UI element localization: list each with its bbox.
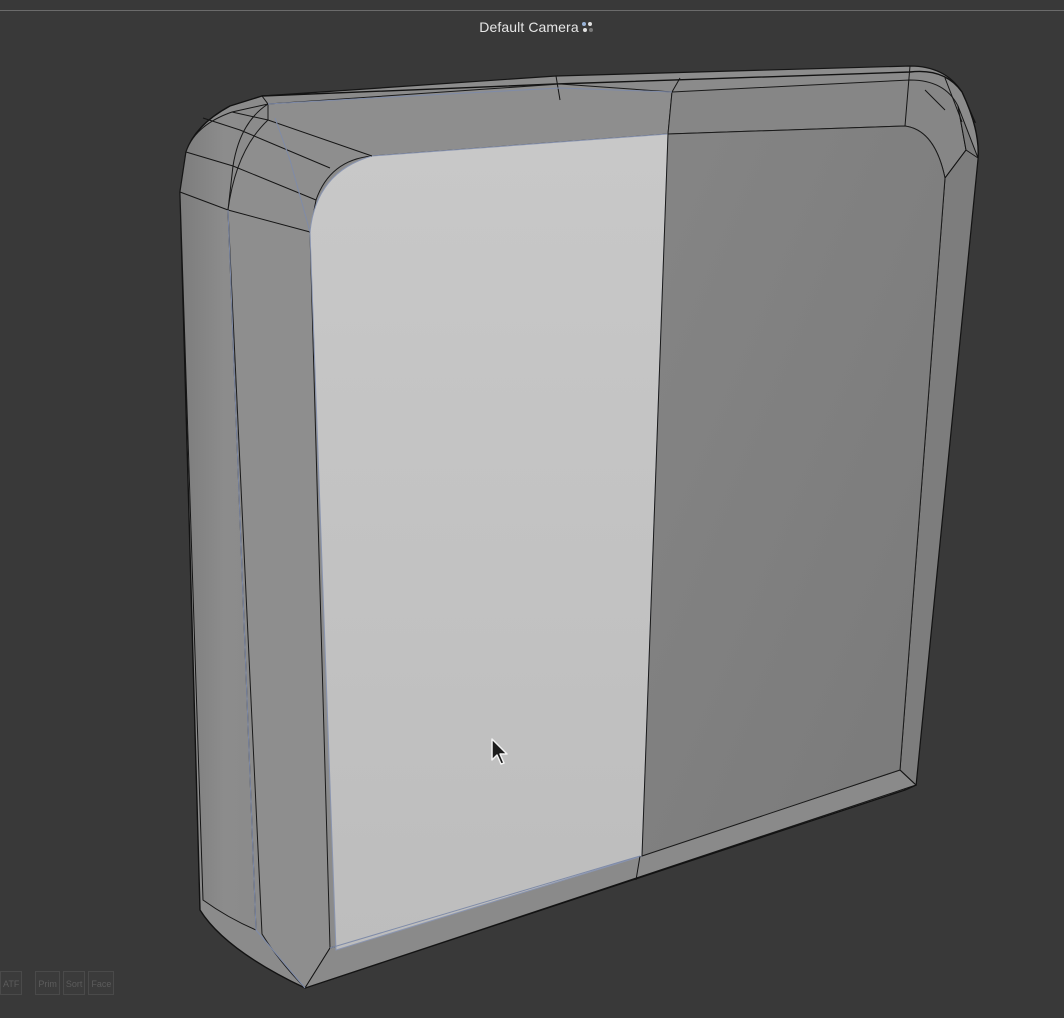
- camera-label[interactable]: Default Camera: [0, 17, 1064, 37]
- hud-button-sort[interactable]: Sort: [62, 971, 86, 995]
- hud-button-prim[interactable]: Prim: [35, 971, 60, 995]
- viewport-scene[interactable]: [0, 0, 1064, 1018]
- hud-button-atf[interactable]: ATF: [0, 971, 23, 995]
- mouse-pointer-icon: [491, 738, 508, 765]
- 3d-viewport[interactable]: Default Camera ATF Prim Sort Face: [0, 0, 1064, 1018]
- viewport-hud: ATF Prim Sort Face: [0, 970, 117, 996]
- camera-name: Default Camera: [479, 19, 579, 35]
- hud-button-face[interactable]: Face: [88, 971, 115, 995]
- unselected-face: [641, 125, 946, 857]
- selected-face: [309, 133, 669, 951]
- camera-dots-icon: [581, 22, 593, 32]
